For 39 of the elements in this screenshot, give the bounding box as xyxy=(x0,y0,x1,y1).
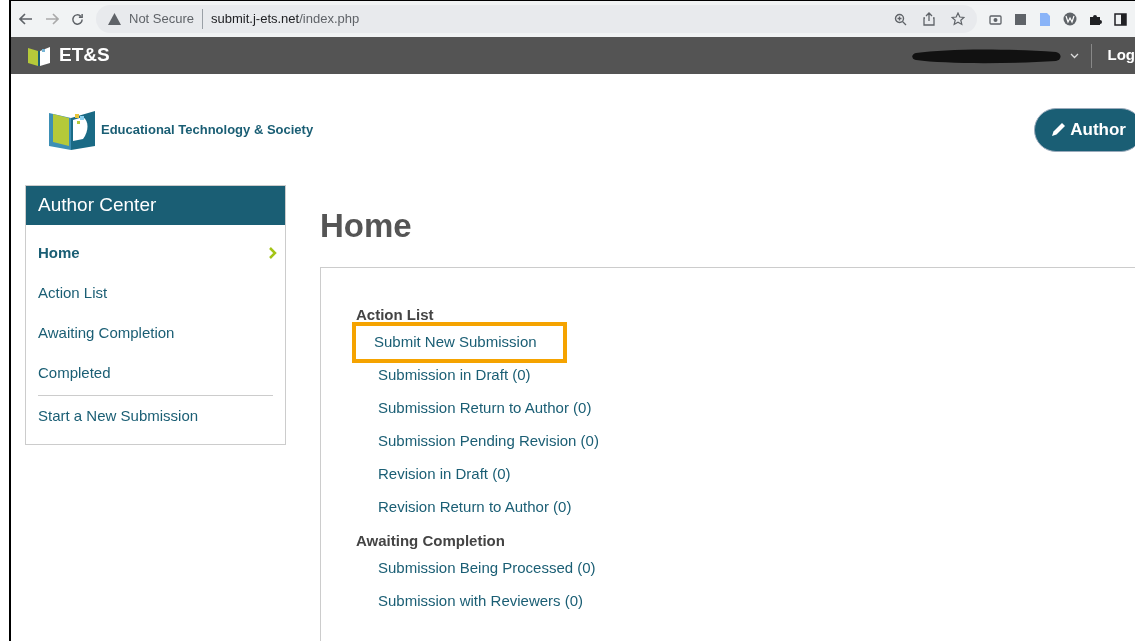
address-bar[interactable]: Not Secure submit.j-ets.net/index.php xyxy=(96,5,977,33)
url-host: submit.j-ets.net xyxy=(211,10,300,29)
sidebar-item[interactable]: Start a New Submission xyxy=(26,396,285,436)
action-link[interactable]: Revision in Draft (0) xyxy=(356,463,511,486)
reload-icon[interactable] xyxy=(71,12,84,26)
circle-logo-icon[interactable] xyxy=(1063,12,1077,26)
action-link[interactable]: Submission Pending Revision (0) xyxy=(356,430,599,453)
action-link[interactable]: Submission Being Processed (0) xyxy=(356,557,596,580)
author-button[interactable]: Author xyxy=(1034,107,1135,152)
pencil-icon xyxy=(1051,122,1067,137)
action-link[interactable]: Revision Return to Author (0) xyxy=(356,496,572,519)
action-link[interactable]: Submit New Submission xyxy=(352,322,567,363)
logo-icon[interactable] xyxy=(27,44,51,67)
puzzle-icon[interactable] xyxy=(1089,12,1102,26)
action-link[interactable]: Submission with Reviewers (0) xyxy=(356,590,584,613)
warning-icon xyxy=(108,13,121,25)
share-icon[interactable] xyxy=(923,12,935,26)
security-label: Not Secure xyxy=(129,9,204,29)
brand-name[interactable]: ET&S xyxy=(59,41,110,70)
page-title: Home xyxy=(320,206,413,247)
journal-title: Educational Technology & Society xyxy=(101,120,314,139)
sidebar-item[interactable]: Home xyxy=(26,233,285,273)
sidebar-title: Author Center xyxy=(26,186,285,225)
star-icon[interactable] xyxy=(951,12,965,26)
chevron-icon xyxy=(269,247,277,259)
caret-icon[interactable] xyxy=(1069,52,1079,59)
back-icon[interactable] xyxy=(19,13,33,25)
zoom-icon[interactable] xyxy=(894,12,907,26)
sidebar-item[interactable]: Awaiting Completion xyxy=(26,313,285,353)
sidebar-item[interactable]: Action List xyxy=(26,273,285,313)
login-link[interactable]: Log xyxy=(1107,44,1135,67)
action-link[interactable]: Submission Return to Author (0) xyxy=(356,397,592,420)
action-link[interactable]: Submission in Draft (0) xyxy=(356,364,531,387)
url-path: /index.php xyxy=(299,10,360,29)
section-heading: Action List xyxy=(356,304,435,325)
section-heading: Awaiting Completion xyxy=(356,530,506,551)
sidebar-icon[interactable] xyxy=(1114,12,1127,26)
sidebar-item[interactable]: Completed xyxy=(26,353,285,393)
camera-icon[interactable] xyxy=(989,13,1002,25)
